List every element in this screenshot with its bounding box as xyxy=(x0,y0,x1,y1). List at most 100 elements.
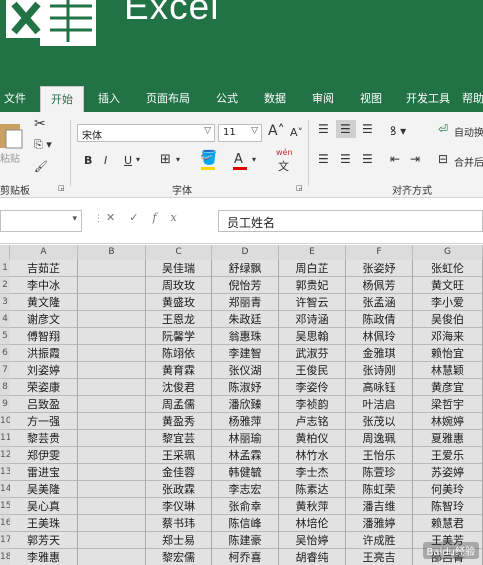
cell-e[interactable]: 李祯韵 xyxy=(279,396,346,413)
align-top-icon[interactable]: ☰ xyxy=(318,122,329,136)
cell-g[interactable]: 吴俊伯 xyxy=(413,311,483,328)
cell-b[interactable] xyxy=(78,515,146,532)
cell-g[interactable]: 陈智玲 xyxy=(413,498,483,515)
cell-c[interactable]: 陈翊依 xyxy=(146,345,212,362)
underline-button[interactable]: U xyxy=(124,154,132,167)
row-number[interactable]: 7 xyxy=(0,362,10,379)
align-left-icon[interactable]: ☰ xyxy=(318,152,329,166)
cell-d[interactable]: 柯乔喜 xyxy=(212,549,279,565)
cell-a[interactable]: 吕致盈 xyxy=(10,396,78,413)
formula-input[interactable]: 员工姓名 xyxy=(218,210,483,232)
align-right-icon[interactable]: ☰ xyxy=(362,152,373,166)
cell-b[interactable] xyxy=(78,294,146,311)
cell-a[interactable]: 傅智翔 xyxy=(10,328,78,345)
cell-e[interactable]: 陈素达 xyxy=(279,481,346,498)
cell-e[interactable]: 黄秋萍 xyxy=(279,498,346,515)
cell-a[interactable]: 吴心真 xyxy=(10,498,78,515)
cell-c[interactable]: 张政霖 xyxy=(146,481,212,498)
cell-b[interactable] xyxy=(78,447,146,464)
row-number[interactable]: 8 xyxy=(0,379,10,396)
cell-g[interactable]: 黄彦宜 xyxy=(413,379,483,396)
tab-review[interactable]: 审阅 xyxy=(312,90,334,106)
copy-icon[interactable]: ⎘ ▾ xyxy=(34,138,52,152)
row-number[interactable]: 16 xyxy=(0,515,11,532)
select-all-corner[interactable] xyxy=(0,245,10,260)
cell-b[interactable] xyxy=(78,328,146,345)
cell-a[interactable]: 王美珠 xyxy=(10,515,78,532)
tab-home[interactable]: 开始 xyxy=(40,86,84,112)
row-number[interactable]: 5 xyxy=(0,328,10,345)
chevron-down-icon[interactable]: ▾ xyxy=(136,155,140,164)
cell-f[interactable]: 陈政倩 xyxy=(346,311,413,328)
cell-a[interactable]: 郭芳天 xyxy=(10,532,78,549)
cell-f[interactable]: 张姿妤 xyxy=(346,260,413,277)
cell-f[interactable]: 王怡乐 xyxy=(346,447,413,464)
cell-d[interactable]: 林孟霖 xyxy=(212,447,279,464)
cell-c[interactable]: 王恩龙 xyxy=(146,311,212,328)
chevron-down-icon[interactable]: ▾ xyxy=(176,155,180,164)
row-number[interactable]: 12 xyxy=(0,447,11,464)
cell-c[interactable]: 郑士易 xyxy=(146,532,212,549)
wrap-text-icon[interactable]: ⏎ xyxy=(438,122,448,136)
row-number[interactable]: 11 xyxy=(0,430,11,447)
cell-c[interactable]: 蔡书玮 xyxy=(146,515,212,532)
cell-b[interactable] xyxy=(78,464,146,481)
grow-font-icon[interactable]: A˄ xyxy=(268,123,285,139)
cell-a[interactable]: 黎芸贵 xyxy=(10,430,78,447)
cell-f[interactable]: 叶洁启 xyxy=(346,396,413,413)
cell-e[interactable]: 周白芷 xyxy=(279,260,346,277)
cell-f[interactable]: 林佩玲 xyxy=(346,328,413,345)
cell-f[interactable]: 陈虹荣 xyxy=(346,481,413,498)
column-header-e[interactable]: E xyxy=(279,245,346,260)
cell-g[interactable]: 何美玲 xyxy=(413,481,483,498)
format-painter-icon[interactable]: 🖌 xyxy=(34,160,48,173)
cell-f[interactable]: 潘吉维 xyxy=(346,498,413,515)
cell-b[interactable] xyxy=(78,260,146,277)
row-number[interactable]: 17 xyxy=(0,532,11,549)
cell-d[interactable]: 翁惠珠 xyxy=(212,328,279,345)
cell-e[interactable]: 李姿伶 xyxy=(279,379,346,396)
cell-e[interactable]: 吴怡婷 xyxy=(279,532,346,549)
cell-f[interactable]: 王亮吉 xyxy=(346,549,413,565)
cell-c[interactable]: 金佳蓉 xyxy=(146,464,212,481)
paste-icon[interactable] xyxy=(0,120,24,150)
tab-insert[interactable]: 插入 xyxy=(98,90,120,106)
cell-a[interactable]: 方一强 xyxy=(10,413,78,430)
cell-e[interactable]: 王俊民 xyxy=(279,362,346,379)
cell-d[interactable]: 陈信峰 xyxy=(212,515,279,532)
merge-center-icon[interactable]: ⊟ xyxy=(438,152,448,166)
cell-a[interactable]: 荣姿康 xyxy=(10,379,78,396)
cell-a[interactable]: 吴美隆 xyxy=(10,481,78,498)
cell-c[interactable]: 吴佳瑞 xyxy=(146,260,212,277)
cell-c[interactable]: 黎宜芸 xyxy=(146,430,212,447)
borders-icon[interactable]: ⊞ xyxy=(160,152,171,167)
cell-f[interactable]: 高咏钰 xyxy=(346,379,413,396)
cell-d[interactable]: 陈建豪 xyxy=(212,532,279,549)
row-number[interactable]: 3 xyxy=(0,294,10,311)
cell-b[interactable] xyxy=(78,311,146,328)
font-size-select[interactable]: 11 ▽ xyxy=(218,124,262,142)
cell-b[interactable] xyxy=(78,379,146,396)
cell-e[interactable]: 黄柏仪 xyxy=(279,430,346,447)
cell-c[interactable]: 周玫玫 xyxy=(146,277,212,294)
cell-d[interactable]: 郑丽青 xyxy=(212,294,279,311)
cell-d[interactable]: 舒绿飘 xyxy=(212,260,279,277)
cell-b[interactable] xyxy=(78,362,146,379)
cell-e[interactable]: 许智云 xyxy=(279,294,346,311)
row-number[interactable]: 15 xyxy=(0,498,11,515)
cell-b[interactable] xyxy=(78,277,146,294)
decrease-indent-icon[interactable]: ⇤ xyxy=(390,152,400,166)
cell-f[interactable]: 金雅琪 xyxy=(346,345,413,362)
bold-button[interactable]: B xyxy=(84,154,92,167)
merge-center-button[interactable]: 合并后 xyxy=(454,154,483,169)
orientation-icon[interactable]: ꝸ ▾ xyxy=(390,122,406,139)
cell-c[interactable]: 王采珮 xyxy=(146,447,212,464)
cell-g[interactable]: 李小爱 xyxy=(413,294,483,311)
enter-icon[interactable]: ✓ xyxy=(129,211,152,224)
tab-help[interactable]: 帮助 xyxy=(462,90,483,106)
chevron-down-icon[interactable]: ▾ xyxy=(252,155,256,164)
row-number[interactable]: 6 xyxy=(0,345,10,362)
cell-e[interactable]: 邓诗涵 xyxy=(279,311,346,328)
cell-g[interactable]: 夏雅惠 xyxy=(413,430,483,447)
phonetic-guide-icon[interactable]: wén xyxy=(276,148,293,157)
